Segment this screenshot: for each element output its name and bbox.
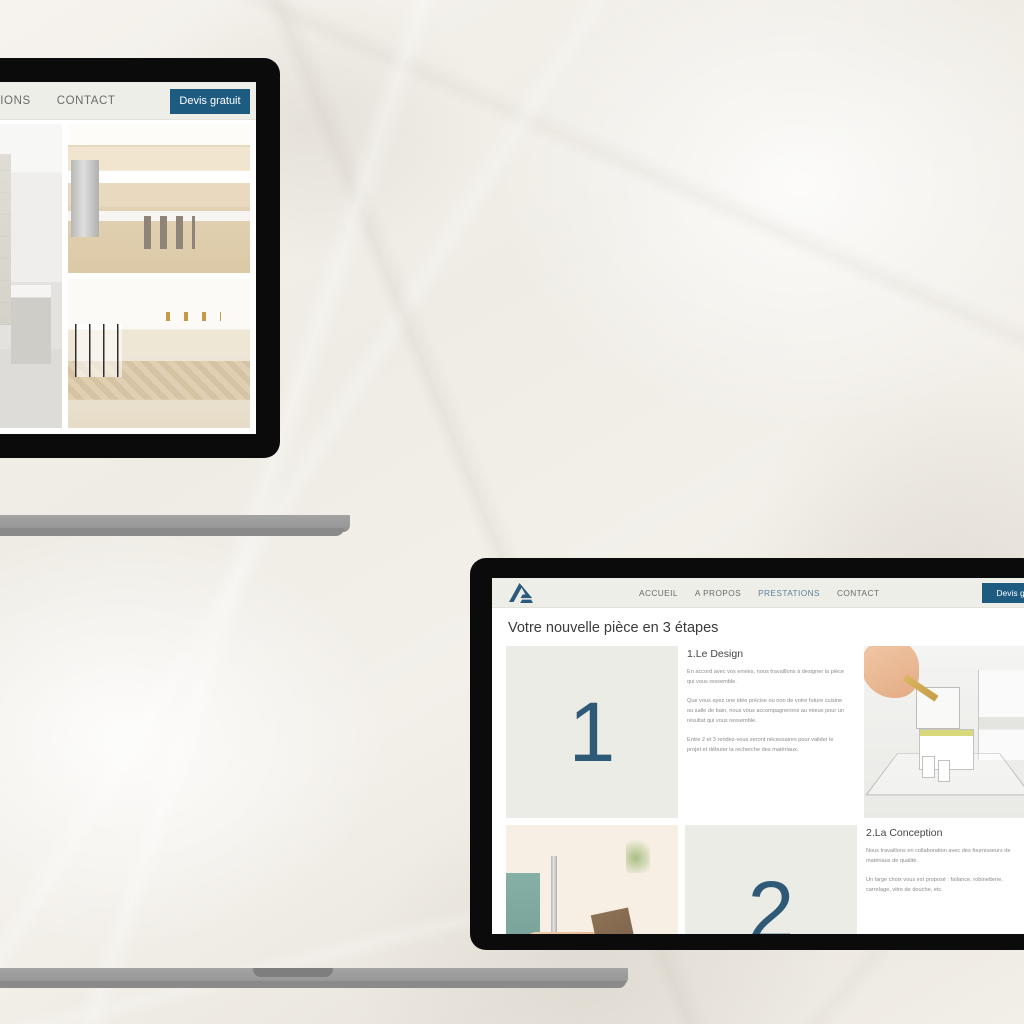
- gallery-column-middle: [0, 124, 62, 428]
- nav-link-prestations[interactable]: PRESTATIONS: [758, 588, 820, 598]
- step-2-heading: 2.La Conception: [866, 827, 943, 839]
- laptop-lid: ACCUEIL A PROPOS PRESTATIONS CONTACT Dev…: [0, 58, 280, 458]
- step-2-number-cell: 2: [685, 825, 857, 934]
- page-title: Votre nouvelle pièce en 3 étapes: [508, 620, 719, 636]
- step-2-paragraph-2: Un large choix vous est proposé : faïlan…: [866, 876, 1003, 894]
- nav-link-a-propos[interactable]: A PROPOS: [695, 588, 741, 598]
- laptop-base-lip: [0, 981, 626, 988]
- laptop-base-lip: [0, 528, 344, 536]
- project-gallery: [0, 120, 256, 434]
- laptop-mockup-home: ACCUEIL A PROPOS PRESTATIONS CONTACT Dev…: [0, 58, 580, 536]
- step-1-number: 1: [568, 685, 616, 779]
- nav-link-accueil[interactable]: ACCUEIL: [639, 588, 678, 598]
- step-2-image[interactable]: [506, 825, 678, 934]
- gallery-column-right: [67, 124, 250, 428]
- laptop-lid: ACCUEIL A PROPOS PRESTATIONS CONTACT Dev…: [470, 558, 1024, 950]
- laptop-mockup-prestations: ACCUEIL A PROPOS PRESTATIONS CONTACT Dev…: [0, 558, 1024, 988]
- mountain-a-logo-icon: [509, 582, 533, 603]
- step-2-paragraph-1: Nous travaillons en collaboration avec d…: [866, 848, 1011, 865]
- brand-logo[interactable]: [508, 582, 534, 603]
- nav-links: ACCUEIL A PROPOS PRESTATIONS CONTACT: [639, 588, 879, 598]
- nav-links: ACCUEIL A PROPOS PRESTATIONS CONTACT: [0, 95, 115, 107]
- nav-link-prestations[interactable]: PRESTATIONS: [0, 95, 31, 107]
- laptop-screen: ACCUEIL A PROPOS PRESTATIONS CONTACT Dev…: [492, 578, 1024, 934]
- step-1-image[interactable]: [864, 646, 1024, 818]
- step-2-text-cell: 2.La Conception Nous travaillons en coll…: [864, 825, 1024, 934]
- site-navigation: ACCUEIL A PROPOS PRESTATIONS CONTACT Dev…: [492, 578, 1024, 608]
- nav-link-contact[interactable]: CONTACT: [837, 588, 879, 598]
- scene-root: ACCUEIL A PROPOS PRESTATIONS CONTACT Dev…: [0, 0, 1024, 1024]
- step-1-heading: 1.Le Design: [687, 648, 744, 660]
- step-1-text-cell: 1.Le Design En accord avec vos envies, n…: [685, 646, 857, 818]
- nav-link-contact[interactable]: CONTACT: [57, 95, 116, 107]
- laptop-screen: ACCUEIL A PROPOS PRESTATIONS CONTACT Dev…: [0, 82, 256, 434]
- devis-gratuit-button[interactable]: Devis gratuit: [170, 89, 250, 114]
- site-navigation: ACCUEIL A PROPOS PRESTATIONS CONTACT Dev…: [0, 82, 256, 120]
- step-1-paragraph-2: Que vous ayez une idée précise ou non de…: [687, 697, 845, 725]
- devis-gratuit-button[interactable]: Devis gratuit: [982, 583, 1024, 603]
- laptop-trackpad-notch: [253, 968, 333, 977]
- step-1-number-cell: 1: [506, 646, 678, 818]
- steps-grid: 1 1.Le Design En accord avec vos envies,…: [506, 646, 1024, 934]
- prestations-page: Votre nouvelle pièce en 3 étapes 1 1.Le …: [492, 608, 1024, 934]
- gallery-image-light-kitchen[interactable]: [67, 124, 250, 273]
- gallery-image-bathroom[interactable]: [0, 124, 62, 428]
- step-2-number: 2: [747, 864, 795, 934]
- step-1-paragraph-3: Entre 2 et 3 rendez-vous seront nécessai…: [687, 736, 834, 754]
- step-1-paragraph-1: En accord avec vos envies, nous travaill…: [687, 669, 845, 686]
- gallery-image-open-kitchen[interactable]: [67, 279, 250, 428]
